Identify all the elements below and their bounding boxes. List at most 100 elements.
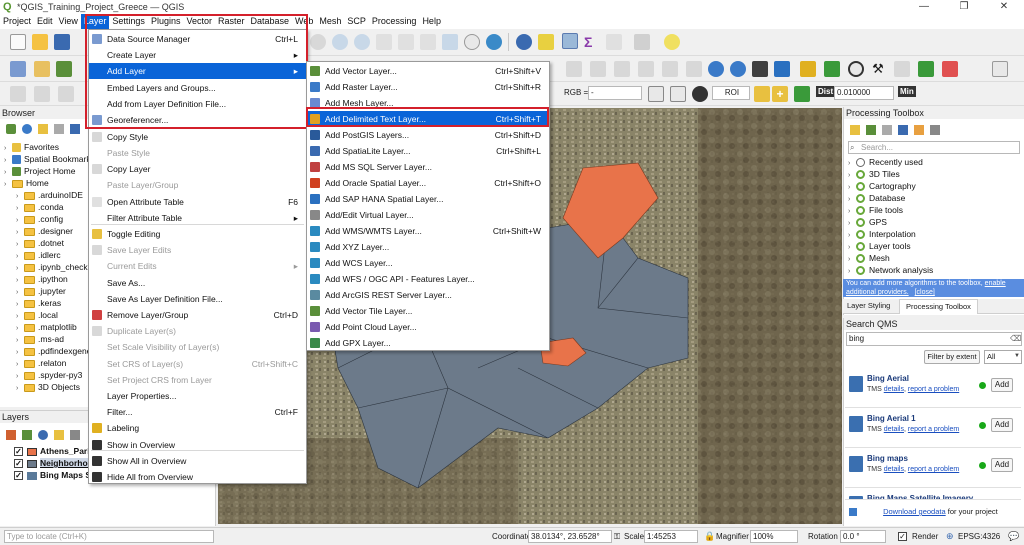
filter-by-extent-button[interactable]: Filter by extent — [924, 350, 980, 364]
browser-item[interactable]: › .dotnet — [16, 237, 64, 249]
browser-item[interactable]: › .idlerc — [16, 249, 61, 261]
digitize-icon-2[interactable] — [590, 61, 606, 77]
add-vector-layer-icon[interactable] — [56, 61, 72, 77]
layer-menu-item[interactable]: Show All in Overview — [89, 453, 306, 469]
browser-collapse-icon[interactable] — [54, 124, 64, 134]
add-layer-item[interactable]: Add MS SQL Server Layer... — [307, 159, 549, 175]
layer-menu-item[interactable]: Layer Properties... — [89, 388, 306, 404]
tab-layer-styling[interactable]: Layer Styling — [847, 301, 890, 310]
crs-label[interactable]: EPSG:4326 — [958, 532, 1000, 541]
layer-menu-item[interactable]: Toggle Editing — [89, 226, 306, 242]
statistics-sigma-icon[interactable]: Σ — [584, 34, 600, 50]
scp-icon-2[interactable] — [774, 61, 790, 77]
menu-edit[interactable]: Edit — [34, 14, 56, 29]
processing-provider-item[interactable]: › GPS — [848, 216, 887, 228]
locate-search-input[interactable]: Type to locate (Ctrl+K) — [4, 530, 214, 543]
magnifier-field[interactable]: 100% — [750, 530, 798, 543]
qms-report-link[interactable]: report a problem — [908, 466, 959, 473]
zoom-in-icon[interactable] — [332, 34, 348, 50]
layer-menu-item[interactable]: Filter... Ctrl+F — [89, 404, 306, 420]
processing-search-input[interactable]: Search... — [848, 141, 1020, 154]
new-project-icon[interactable] — [10, 34, 26, 50]
pt-icon-6[interactable] — [930, 125, 940, 135]
layer-menu-item[interactable]: Hide All from Overview — [89, 469, 306, 485]
close-button[interactable]: ✕ — [984, 0, 1024, 14]
help-icon[interactable] — [992, 61, 1008, 77]
browser-item[interactable]: › Project Home — [4, 165, 76, 177]
qms-icon[interactable] — [708, 61, 724, 77]
add-layer-item[interactable]: Add WFS / OGC API - Features Layer... — [307, 271, 549, 287]
qms-add-button[interactable]: Add — [991, 418, 1013, 432]
processing-provider-item[interactable]: › Database — [848, 192, 905, 204]
add-layer-item[interactable]: Add/Edit Virtual Layer... — [307, 207, 549, 223]
clear-search-icon[interactable]: ⌫ — [1010, 334, 1021, 343]
expand-arrow-icon[interactable]: › — [16, 383, 24, 395]
filter-legend-icon[interactable] — [54, 430, 64, 440]
browser-item[interactable]: › .relaton — [16, 357, 66, 369]
browser-item[interactable]: › .spyder-py3 — [16, 369, 82, 381]
digitize-icon-6[interactable] — [686, 61, 702, 77]
geocoding-icon[interactable] — [730, 61, 746, 77]
add-layer-item[interactable]: Add Vector Layer... Ctrl+Shift+V — [307, 63, 549, 79]
pan-map-icon[interactable] — [310, 34, 326, 50]
zoom-selection-icon[interactable] — [398, 34, 414, 50]
processing-provider-item[interactable]: › Cartography — [848, 180, 916, 192]
layer-symbol-icon[interactable] — [27, 447, 37, 456]
layer-visibility-checkbox[interactable]: ✓ — [14, 471, 23, 481]
manage-visibility-icon[interactable] — [38, 430, 48, 440]
add-layer-icon[interactable] — [34, 61, 50, 77]
add-layer-item[interactable]: Add SAP HANA Spatial Layer... — [307, 191, 549, 207]
digitize-icon-4[interactable] — [638, 61, 654, 77]
messages-icon[interactable]: 💬 — [1008, 531, 1019, 542]
browser-item[interactable]: › 3D Objects — [16, 381, 80, 393]
add-layer-item[interactable]: Add SpatiaLite Layer... Ctrl+Shift+L — [307, 143, 549, 159]
browser-item[interactable]: › .ms-ad — [16, 333, 64, 345]
layer-menu-item[interactable]: Save Layer Edits — [89, 242, 306, 258]
browser-refresh-icon[interactable] — [22, 124, 32, 134]
layer-menu-item[interactable]: Labeling — [89, 420, 306, 436]
add-layer-item[interactable]: Add Raster Layer... Ctrl+Shift+R — [307, 79, 549, 95]
layer-menu-item[interactable]: Save As... — [89, 275, 306, 291]
qms-details-link[interactable]: details — [884, 426, 904, 433]
layer-item[interactable]: ✓ Athens_Parks — [2, 445, 97, 457]
processing-provider-item[interactable]: › 3D Tiles — [848, 168, 900, 180]
browser-item[interactable]: › .ipython — [16, 273, 68, 285]
plugin-icon-2[interactable] — [824, 61, 840, 77]
edit-icon-1[interactable] — [10, 86, 26, 102]
qms-report-link[interactable]: report a problem — [908, 386, 959, 393]
processing-toolbox-icon[interactable] — [562, 33, 578, 49]
qms-details-link[interactable]: details — [884, 466, 904, 473]
layer-menu-item[interactable]: Paste Style — [89, 145, 306, 161]
browser-item[interactable]: › .local — [16, 309, 58, 321]
scp-run-icon[interactable] — [794, 86, 810, 102]
open-project-icon[interactable] — [32, 34, 48, 50]
processing-provider-item[interactable]: › Network analysis — [848, 264, 933, 276]
data-source-manager-icon[interactable] — [10, 61, 26, 77]
processing-provider-item[interactable]: › Interpolation — [848, 228, 916, 240]
qms-search-input[interactable]: bing — [846, 332, 1022, 346]
pt-icon-4[interactable] — [898, 125, 908, 135]
menu-project[interactable]: Project — [0, 14, 34, 29]
tools-icon[interactable]: ⚒ — [870, 61, 886, 77]
add-layer-item[interactable]: Add PostGIS Layers... Ctrl+Shift+D — [307, 127, 549, 143]
layer-menu-item[interactable]: Set CRS of Layer(s) Ctrl+Shift+C — [89, 356, 306, 372]
menu-processing[interactable]: Processing — [369, 14, 420, 29]
layer-menu-item[interactable]: Set Scale Visibility of Layer(s) — [89, 339, 306, 355]
processing-provider-item[interactable]: › Recently used — [848, 156, 923, 168]
browser-item[interactable]: › .designer — [16, 225, 73, 237]
plugin-icon-1[interactable] — [800, 61, 816, 77]
layer-menu-item[interactable]: Remove Layer/Group Ctrl+D — [89, 307, 306, 323]
qms-report-link[interactable]: report a problem — [908, 426, 959, 433]
edit-icon-3[interactable] — [58, 86, 74, 102]
layer-menu-item[interactable]: Save As Layer Definition File... — [89, 291, 306, 307]
scp-icon-1[interactable] — [752, 61, 768, 77]
scale-lock-icon[interactable]: 🔒 — [704, 531, 715, 542]
processing-provider-item[interactable]: › Layer tools — [848, 240, 911, 252]
expand-arrow-icon[interactable]: › — [4, 179, 12, 191]
layer-menu-item[interactable]: Duplicate Layer(s) — [89, 323, 306, 339]
tab-processing-toolbox[interactable]: Processing Toolbox — [899, 299, 978, 314]
browser-item[interactable]: › Spatial Bookmarks — [4, 153, 95, 165]
scp-plus-icon[interactable]: + — [772, 86, 788, 102]
maximize-button[interactable]: ❐ — [944, 0, 984, 14]
add-layer-item[interactable]: Add Vector Tile Layer... — [307, 303, 549, 319]
